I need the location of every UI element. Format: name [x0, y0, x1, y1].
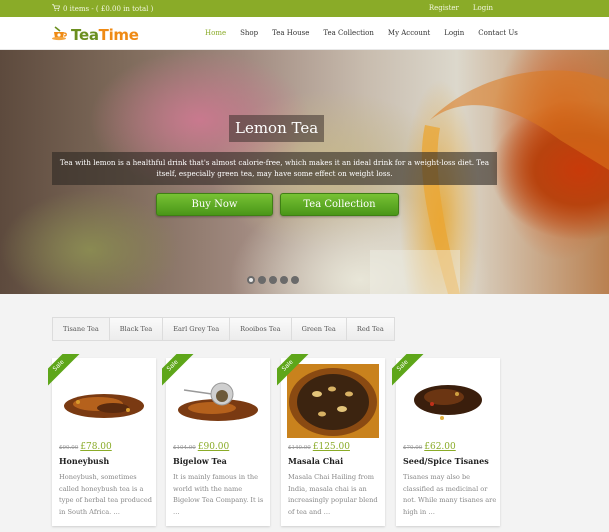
cart-icon	[52, 4, 60, 13]
nav-login[interactable]: Login	[444, 29, 464, 37]
product-price: £140.00 £125.00	[288, 442, 350, 452]
teapot-icon	[51, 25, 69, 45]
hero-slider: Lemon Tea Tea with lemon is a healthful …	[0, 50, 609, 294]
nav-shop[interactable]: Shop	[240, 29, 258, 37]
logo-text: TeaTime	[71, 26, 139, 44]
product-card[interactable]: Sale £70.00 £62.00 Seed/Spice Tisanes Ti…	[392, 354, 500, 526]
cart-summary[interactable]: 0 items - ( £0.00 in total )	[52, 4, 153, 13]
old-price: £70.00	[403, 445, 423, 451]
product-excerpt: Honeybush, sometimes called honeybush te…	[59, 473, 152, 516]
sale-price[interactable]: £78.00	[80, 442, 112, 452]
register-link[interactable]: Register	[429, 4, 459, 12]
product-name[interactable]: Masala Chai	[288, 456, 343, 466]
slider-dots	[247, 276, 299, 284]
sale-badge: Sale	[48, 354, 82, 388]
site-header: TeaTime Home Shop Tea House Tea Collecti…	[0, 17, 609, 50]
tab-tisane-tea[interactable]: Tisane Tea	[53, 318, 110, 340]
sale-badge: Sale	[277, 354, 311, 388]
sale-badge: Sale	[392, 354, 426, 388]
top-bar: 0 items - ( £0.00 in total ) Register Lo…	[0, 0, 609, 17]
product-card[interactable]: Sale £104.00 £90.00 Bigelow Tea It is ma…	[162, 354, 270, 526]
slider-dot-5[interactable]	[291, 276, 299, 284]
product-price: £104.00 £90.00	[173, 442, 229, 452]
tab-green-tea[interactable]: Green Tea	[291, 318, 347, 340]
tab-rooibos-tea[interactable]: Rooibos Tea	[230, 318, 292, 340]
old-price: £140.00	[288, 445, 311, 451]
product-card[interactable]: Sale £90.00 £78.00 Honeybush Honeybush, …	[48, 354, 156, 526]
product-name[interactable]: Bigelow Tea	[173, 456, 227, 466]
old-price: £90.00	[59, 445, 79, 451]
nav-home[interactable]: Home	[205, 29, 226, 37]
sale-price[interactable]: £62.00	[424, 442, 456, 452]
nav-contact-us[interactable]: Contact Us	[478, 29, 518, 37]
product-price: £90.00 £78.00	[59, 442, 112, 452]
product-price: £70.00 £62.00	[403, 442, 456, 452]
product-card[interactable]: Sale £140.00 £125.00 Masala Chai Masala …	[277, 354, 385, 526]
sale-badge: Sale	[162, 354, 196, 388]
logo[interactable]: TeaTime	[51, 25, 139, 45]
buy-now-button[interactable]: Buy Now	[156, 193, 273, 216]
nav-tea-house[interactable]: Tea House	[272, 29, 309, 37]
category-tabs: Tisane Tea Black Tea Earl Grey Tea Rooib…	[52, 317, 395, 341]
product-excerpt: It is mainly famous in the world with th…	[173, 473, 264, 516]
slider-dot-2[interactable]	[258, 276, 266, 284]
slider-dot-4[interactable]	[280, 276, 288, 284]
nav-tea-collection[interactable]: Tea Collection	[323, 29, 374, 37]
tea-collection-button[interactable]: Tea Collection	[280, 193, 399, 216]
sale-price[interactable]: £125.00	[313, 442, 350, 452]
old-price: £104.00	[173, 445, 196, 451]
nav-my-account[interactable]: My Account	[388, 29, 430, 37]
sale-price[interactable]: £90.00	[198, 442, 230, 452]
hero-title: Lemon Tea	[229, 115, 325, 142]
hero-description: Tea with lemon is a healthful drink that…	[52, 152, 497, 185]
product-name[interactable]: Seed/Spice Tisanes	[403, 456, 489, 466]
top-login-link[interactable]: Login	[473, 4, 493, 12]
tab-black-tea[interactable]: Black Tea	[109, 318, 164, 340]
slider-dot-3[interactable]	[269, 276, 277, 284]
product-name[interactable]: Honeybush	[59, 456, 109, 466]
product-excerpt: Tisanes may also be classified as medici…	[403, 473, 497, 516]
tab-earl-grey-tea[interactable]: Earl Grey Tea	[163, 318, 231, 340]
main-nav: Home Shop Tea House Tea Collection My Ac…	[205, 29, 532, 37]
product-excerpt: Masala Chai Hailing from India, masala c…	[288, 473, 378, 516]
cart-text: 0 items - ( £0.00 in total )	[63, 4, 154, 13]
slider-dot-1[interactable]	[247, 276, 255, 284]
tab-red-tea[interactable]: Red Tea	[346, 318, 394, 340]
